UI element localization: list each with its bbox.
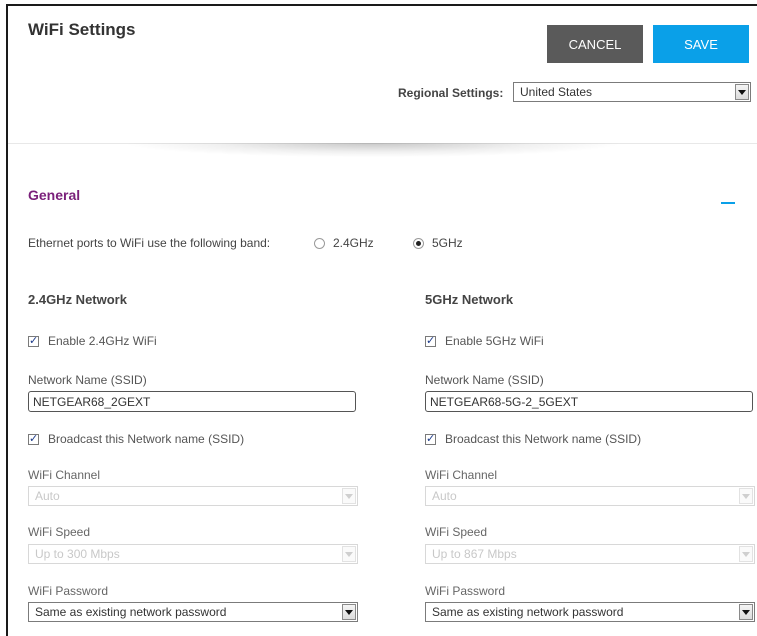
wifi-channel-select-2-4ghz: Auto <box>28 486 358 506</box>
band-radio-label: 5GHz <box>432 236 463 250</box>
wifi-settings-panel: WiFi Settings CANCEL SAVE Regional Setti… <box>6 4 757 636</box>
checkbox-checked-icon[interactable] <box>28 334 39 347</box>
band-radio-5ghz[interactable]: 5GHz <box>413 236 463 250</box>
wifi-channel-value: Auto <box>432 489 457 503</box>
general-section-title: General <box>28 187 81 203</box>
broadcast-ssid-2-4ghz-checkbox[interactable]: Broadcast this Network name (SSID) <box>28 432 244 446</box>
regional-settings-select[interactable]: United States <box>513 82 751 102</box>
wifi-channel-select-5ghz: Auto <box>425 486 755 506</box>
divider-shadow <box>128 143 618 157</box>
radio-checked-icon[interactable] <box>413 237 424 249</box>
dropdown-arrow-icon <box>739 546 753 562</box>
dropdown-arrow-icon[interactable] <box>342 604 356 620</box>
checkbox-label: Broadcast this Network name (SSID) <box>48 432 245 446</box>
wifi-channel-label: WiFi Channel <box>425 468 498 482</box>
checkbox-label: Enable 2.4GHz WiFi <box>48 334 157 348</box>
checkbox-label: Broadcast this Network name (SSID) <box>445 432 642 446</box>
network-title: 5GHz Network <box>425 292 514 307</box>
enable-5ghz-checkbox[interactable]: Enable 5GHz WiFi <box>425 334 544 348</box>
save-button[interactable]: SAVE <box>653 25 749 63</box>
ssid-input-5ghz[interactable] <box>425 391 753 412</box>
radio-unchecked-icon[interactable] <box>314 237 325 249</box>
wifi-password-label: WiFi Password <box>425 584 506 598</box>
dropdown-arrow-icon[interactable] <box>735 84 749 100</box>
checkbox-checked-icon[interactable] <box>425 334 436 347</box>
cancel-button[interactable]: CANCEL <box>547 25 643 63</box>
regional-settings-label: Regional Settings: <box>398 86 504 100</box>
wifi-channel-label: WiFi Channel <box>28 468 101 482</box>
broadcast-ssid-5ghz-checkbox[interactable]: Broadcast this Network name (SSID) <box>425 432 641 446</box>
band-radio-label: 2.4GHz <box>333 236 374 250</box>
dropdown-arrow-icon[interactable] <box>739 604 753 620</box>
ssid-input-2-4ghz[interactable] <box>28 391 356 412</box>
wifi-speed-value: Up to 300 Mbps <box>35 547 120 561</box>
wifi-speed-select-2-4ghz: Up to 300 Mbps <box>28 544 358 564</box>
checkbox-checked-icon[interactable] <box>28 432 39 445</box>
checkbox-checked-icon[interactable] <box>425 432 436 445</box>
ssid-label: Network Name (SSID) <box>28 373 147 387</box>
wifi-speed-select-5ghz: Up to 867 Mbps <box>425 544 755 564</box>
wifi-password-value: Same as existing network password <box>35 605 227 619</box>
collapse-icon[interactable] <box>721 202 735 204</box>
wifi-speed-label: WiFi Speed <box>28 525 91 539</box>
band-radio-2-4ghz[interactable]: 2.4GHz <box>314 236 374 250</box>
regional-settings-value: United States <box>520 85 593 99</box>
wifi-password-select-2-4ghz[interactable]: Same as existing network password <box>28 602 358 622</box>
wifi-speed-value: Up to 867 Mbps <box>432 547 517 561</box>
network-title: 2.4GHz Network <box>28 292 127 307</box>
dropdown-arrow-icon <box>342 546 356 562</box>
wifi-speed-label: WiFi Speed <box>425 525 488 539</box>
dropdown-arrow-icon <box>342 488 356 504</box>
checkbox-label: Enable 5GHz WiFi <box>445 334 544 348</box>
wifi-password-select-5ghz[interactable]: Same as existing network password <box>425 602 755 622</box>
wifi-channel-value: Auto <box>35 489 60 503</box>
wifi-password-value: Same as existing network password <box>432 605 624 619</box>
page-title: WiFi Settings <box>28 20 136 39</box>
wifi-password-label: WiFi Password <box>28 584 109 598</box>
band-selection-label: Ethernet ports to WiFi use the following… <box>28 236 271 250</box>
enable-2-4ghz-checkbox[interactable]: Enable 2.4GHz WiFi <box>28 334 157 348</box>
dropdown-arrow-icon <box>739 488 753 504</box>
ssid-label: Network Name (SSID) <box>425 373 544 387</box>
